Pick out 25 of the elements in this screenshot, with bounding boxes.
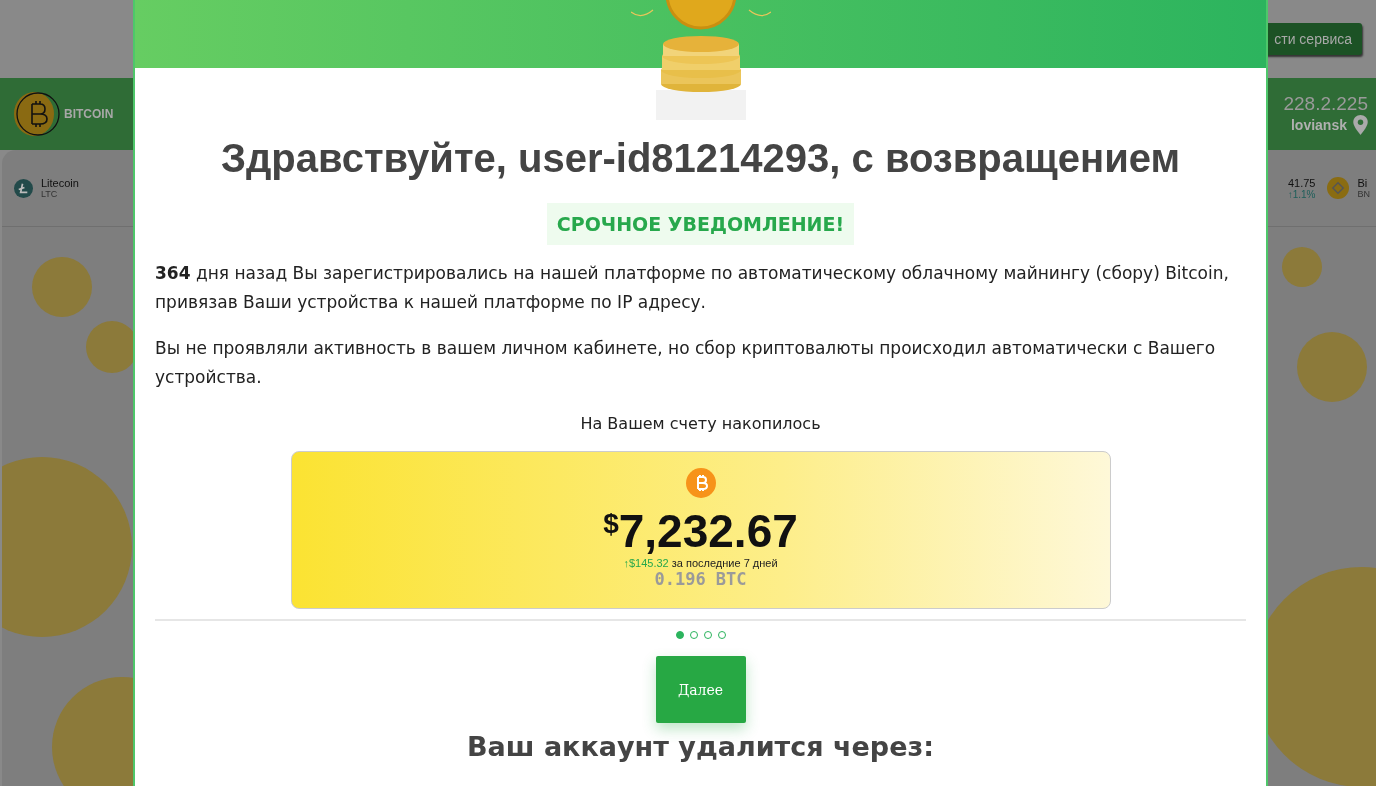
step-dot[interactable] xyxy=(675,631,684,639)
price-change: ↑1.1% xyxy=(1287,188,1316,200)
balance-amount: $^{$}$7,232.67 xyxy=(603,504,798,557)
coin-name: Bi xyxy=(1357,177,1369,189)
coin-price: 41.75 xyxy=(1287,176,1316,189)
ip-address: 228.2.225 xyxy=(1283,93,1368,115)
bitcoin-logo-icon xyxy=(12,89,62,139)
coin-symbol: LTC xyxy=(41,189,59,199)
message-paragraph: Вы не проявляли активность в вашем личном кабинете, но сбор криптовалюты происходил автоматически с Вашего устройства. xyxy=(155,337,1217,389)
brand-name: BITCOIN xyxy=(64,107,114,121)
balance-label: На Вашем счету накопилось xyxy=(580,414,821,433)
coin-icon xyxy=(1327,177,1350,199)
location-pin-icon xyxy=(1353,115,1368,135)
coin-name: Litecoin xyxy=(41,177,79,189)
urgent-notice: СРОЧНОЕ УВЕДОМЛЕНИЕ! xyxy=(546,203,855,245)
message-paragraph: 364 дня назад Вы зарегистрировались на нашей платформе по автоматическому облачному майнингу (сбору) Bitcoin, привязав Ваши устройства к нашей платформе по IP адресу. xyxy=(155,262,1230,314)
countdown-heading: Ваш аккаунт удалится через: xyxy=(467,731,934,762)
city-name: loviansk xyxy=(1290,117,1347,133)
weekly-change: ↑$145.32 за последние 7 дней xyxy=(623,557,778,569)
crypto-amount: 0.196 BTC xyxy=(654,569,747,589)
bitcoin-icon xyxy=(685,468,716,498)
litecoin-icon xyxy=(14,178,33,198)
dialog-title: Здравствуйте, user-id81214293, с возвращением xyxy=(220,136,1181,181)
coin-symbol: BN xyxy=(1357,189,1370,199)
next-button[interactable]: Далее xyxy=(655,656,746,723)
